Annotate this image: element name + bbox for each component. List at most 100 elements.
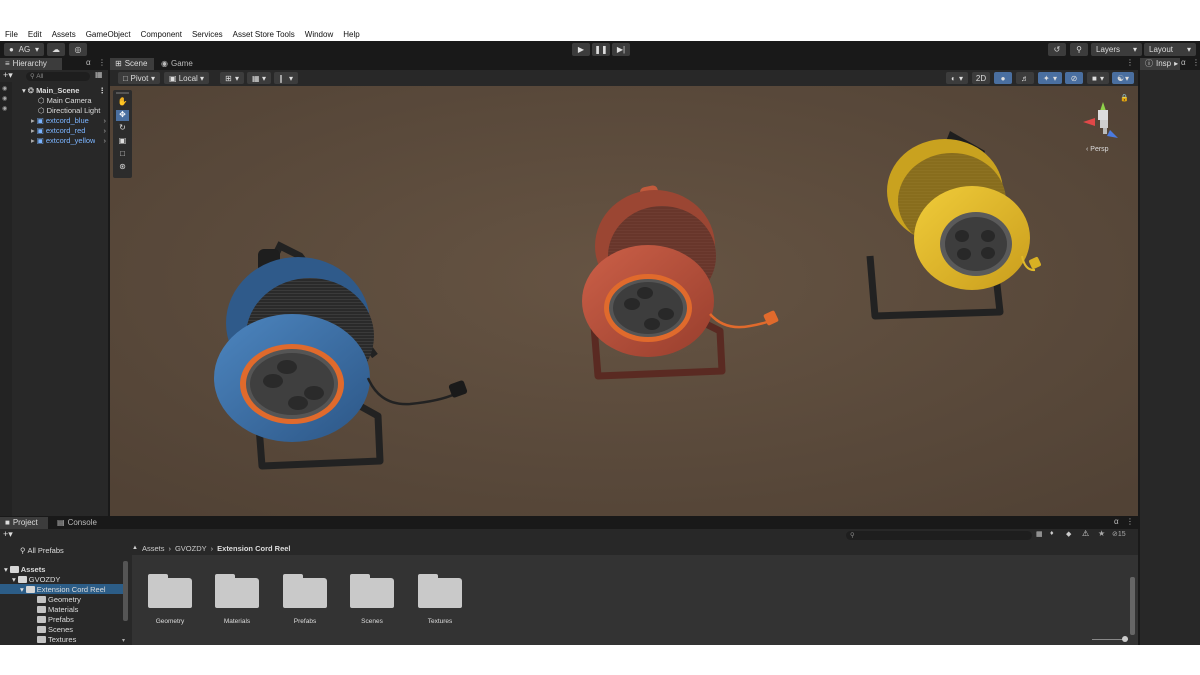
lock-icon[interactable]: α — [1114, 517, 1119, 526]
draw-mode-dropdown[interactable]: ◐ ▾ — [946, 72, 968, 84]
folder-open-icon — [9, 565, 19, 573]
add-icon[interactable]: +▾ — [3, 529, 13, 540]
menu-component[interactable]: Component — [136, 28, 187, 41]
play-button[interactable]: ▶ — [572, 43, 590, 56]
chevron-right-icon[interactable]: › — [104, 126, 107, 135]
star-icon[interactable]: ★ — [1098, 529, 1105, 538]
asset-folder-scenes[interactable]: Scenes — [342, 574, 402, 625]
pivot-dropdown[interactable]: □ Pivot ▾ — [118, 72, 160, 84]
projection-label[interactable]: ‹ Persp — [1086, 146, 1109, 153]
hierarchy-item-extcord-blue[interactable]: ▸ ▣ extcord_blue › — [31, 115, 106, 125]
tree-item-textures[interactable]: Textures — [37, 634, 76, 644]
tree-scrollbar[interactable] — [123, 561, 128, 621]
collab-button[interactable]: ◎ — [69, 43, 87, 56]
overlay-grip[interactable] — [116, 92, 129, 94]
tab-scene[interactable]: ⊞ Scene — [110, 58, 154, 70]
grid-visibility-dropdown[interactable]: ▦ ▾ — [247, 72, 271, 84]
tree-item-geometry[interactable]: Geometry — [37, 594, 81, 604]
hidden-objects-toggle[interactable]: ⊘ — [1065, 72, 1083, 84]
toggle-2d-button[interactable]: 2D — [972, 72, 990, 84]
camera-dropdown[interactable]: ■ ▾ — [1087, 72, 1109, 84]
tree-item-gvozdy[interactable]: ▾ GVOZDY — [12, 574, 60, 584]
tree-item-all-prefabs[interactable]: ⚲ All Prefabs — [20, 545, 64, 555]
kebab-menu-icon[interactable]: ⋮ — [98, 58, 106, 67]
chevron-down-icon[interactable]: ▾ — [122, 637, 125, 644]
eye-icon[interactable]: ◉ — [2, 85, 7, 92]
grid-scrollbar[interactable] — [1130, 577, 1135, 635]
asset-folder-geometry[interactable]: Geometry — [140, 574, 200, 625]
eye-icon[interactable]: ◉ — [2, 105, 7, 112]
filter-icon[interactable]: ▦ — [95, 70, 103, 79]
menu-assets[interactable]: Assets — [47, 28, 81, 41]
layers-dropdown[interactable]: Layers ▾ — [1091, 43, 1142, 56]
breadcrumb-item-assets[interactable]: Assets — [142, 544, 165, 553]
menu-help[interactable]: Help — [338, 28, 364, 41]
tree-item-extension-cord-reel[interactable]: ▾ Extension Cord Reel — [0, 584, 124, 594]
asset-folder-prefabs[interactable]: Prefabs — [275, 574, 335, 625]
search-button[interactable]: ⚲ — [1070, 43, 1088, 56]
transform-tool-button[interactable]: ⊛ — [116, 162, 129, 173]
menu-gameobject[interactable]: GameObject — [81, 28, 136, 41]
tree-item-scenes[interactable]: Scenes — [37, 624, 73, 634]
asset-folder-materials[interactable]: Materials — [207, 574, 267, 625]
tag-icon[interactable]: ◆ — [1066, 530, 1071, 538]
eye-icon[interactable]: ◉ — [2, 95, 7, 102]
hierarchy-item-extcord-red[interactable]: ▸ ▣ extcord_red › — [31, 125, 106, 135]
lighting-toggle[interactable]: ● — [994, 72, 1012, 84]
rotate-tool-button[interactable]: ↻ — [116, 123, 129, 134]
menu-file[interactable]: File — [0, 28, 23, 41]
cloud-button[interactable]: ☁ — [47, 43, 65, 56]
search-by-label-icon[interactable]: ♦ — [1050, 530, 1054, 537]
hierarchy-item-extcord-yellow[interactable]: ▸ ▣ extcord_yellow › — [31, 135, 106, 145]
menu-edit[interactable]: Edit — [23, 28, 47, 41]
chevron-right-icon[interactable]: › — [104, 116, 107, 125]
asset-folder-textures[interactable]: Textures — [410, 574, 470, 625]
scene-viewport[interactable]: 🔒 ‹ Persp ✋ ✥ ↻ ▣ □ ⊛ — [110, 86, 1138, 516]
gizmos-dropdown[interactable]: ☯ ▾ — [1112, 72, 1134, 84]
add-icon[interactable]: +▾ — [3, 70, 13, 81]
pause-button[interactable]: ❚❚ — [592, 43, 610, 56]
kebab-menu-icon[interactable]: ⋮ — [1126, 58, 1134, 67]
layout-dropdown[interactable]: Layout ▾ — [1144, 43, 1196, 56]
tree-item-materials[interactable]: Materials — [37, 604, 78, 614]
grid-snap-dropdown[interactable]: ⊞ ▾ — [220, 72, 244, 84]
menu-asset-store-tools[interactable]: Asset Store Tools — [228, 28, 300, 41]
step-button[interactable]: ▶| — [612, 43, 630, 56]
breadcrumb-item-gvozdy[interactable]: GVOZDY — [175, 544, 207, 553]
hierarchy-item-scene[interactable]: ▾ ❂ Main_Scene ⋮ — [22, 85, 106, 95]
hierarchy-item-main-camera[interactable]: ⬡ Main Camera — [38, 95, 92, 105]
kebab-menu-icon[interactable]: ⋮ — [1192, 58, 1200, 67]
tab-inspector[interactable]: ⓘ Insp ▸ — [1140, 58, 1180, 70]
hierarchy-search-input[interactable]: ⚲ All — [26, 72, 90, 81]
lock-icon[interactable]: α — [86, 58, 91, 67]
tree-item-prefabs[interactable]: Prefabs — [37, 614, 74, 624]
warning-icon[interactable]: ⚠ — [1082, 529, 1089, 538]
audio-toggle[interactable]: ♬ — [1016, 72, 1034, 84]
search-by-type-icon[interactable]: ▦ — [1036, 530, 1043, 538]
history-button[interactable]: ↺ — [1048, 43, 1066, 56]
local-dropdown[interactable]: ▣ Local ▾ — [164, 72, 209, 84]
tab-console[interactable]: ▤ Console — [52, 517, 100, 529]
scale-tool-button[interactable]: ▣ — [116, 136, 129, 147]
hand-tool-button[interactable]: ✋ — [116, 97, 129, 108]
kebab-menu-icon[interactable]: ⋮ — [99, 86, 107, 95]
kebab-menu-icon[interactable]: ⋮ — [1126, 517, 1134, 526]
hidden-packages-toggle[interactable]: ⊘15 — [1112, 530, 1126, 538]
move-tool-button[interactable]: ✥ — [116, 110, 129, 121]
hierarchy-item-directional-light[interactable]: ⬡ Directional Light — [38, 105, 100, 115]
tab-game[interactable]: ◉ Game — [156, 58, 196, 70]
effects-dropdown[interactable]: ✦ ▾ — [1038, 72, 1062, 84]
project-search-input[interactable]: ⚲ — [846, 531, 1032, 540]
tab-project[interactable]: ■ Project — [0, 517, 48, 529]
account-dropdown[interactable]: ● AG ▾ — [4, 43, 44, 56]
tree-item-assets[interactable]: ▾ Assets — [4, 564, 45, 574]
menu-window[interactable]: Window — [300, 28, 338, 41]
breadcrumb-item-current[interactable]: Extension Cord Reel — [217, 544, 290, 553]
rect-tool-button[interactable]: □ — [116, 149, 129, 160]
tab-hierarchy[interactable]: ≡ Hierarchy — [0, 58, 62, 70]
icon-size-slider-handle[interactable] — [1122, 636, 1128, 642]
lock-icon[interactable]: α — [1181, 58, 1186, 67]
menu-services[interactable]: Services — [187, 28, 228, 41]
increment-snap-dropdown[interactable]: ∥ ▾ — [274, 72, 298, 84]
chevron-right-icon[interactable]: › — [104, 136, 107, 145]
